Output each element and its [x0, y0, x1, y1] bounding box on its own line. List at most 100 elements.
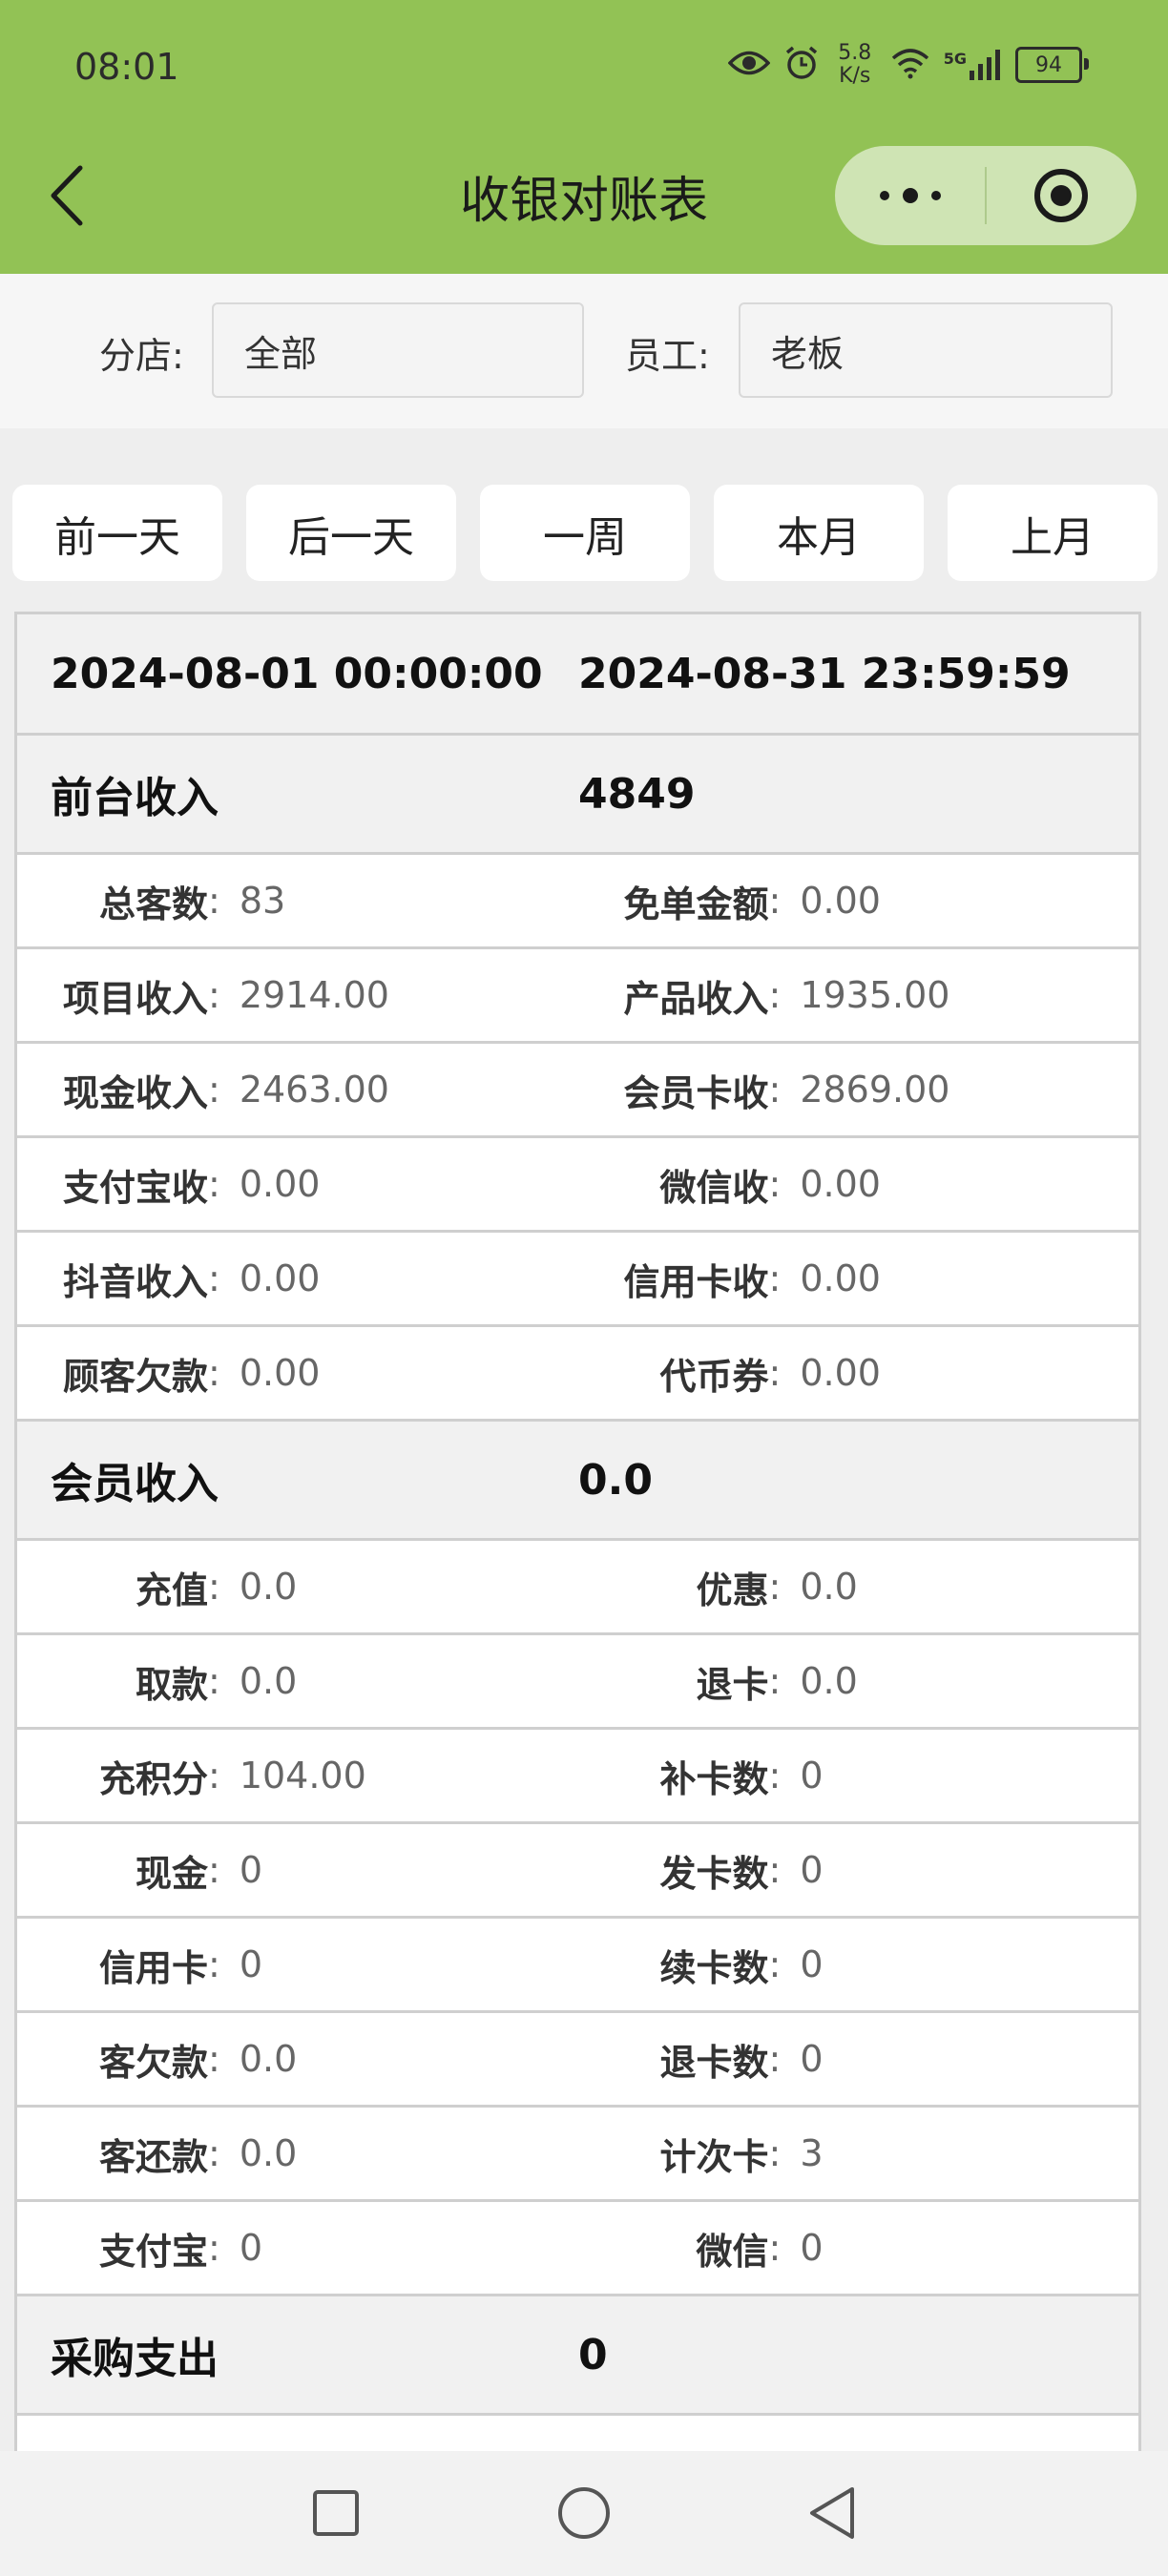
section-total: 4849 — [578, 769, 696, 819]
field-separator: : — [208, 1352, 220, 1394]
recents-button[interactable] — [302, 2480, 369, 2546]
table-cell: 取款:0.0 — [17, 1655, 578, 1708]
back-button[interactable] — [48, 162, 90, 229]
field-separator: : — [208, 2227, 220, 2269]
field-label: 计次卡 — [659, 2135, 769, 2178]
table-cell: 免单金额:0.00 — [578, 875, 1139, 927]
field-label: 总客数 — [98, 883, 208, 925]
back-nav-button[interactable] — [799, 2480, 866, 2546]
table-cell: 抖音收入:0.00 — [17, 1253, 578, 1305]
staff-select[interactable]: 老板 — [739, 302, 1113, 398]
field-value: 83 — [239, 880, 286, 922]
table-row: 抖音收入:0.00 信用卡收:0.00 — [14, 1233, 1141, 1327]
field-value: 0.00 — [800, 1257, 881, 1299]
eye-icon — [727, 49, 771, 81]
battery-indicator: 94 — [1015, 47, 1089, 83]
chevron-left-icon — [51, 165, 83, 226]
field-label: 退卡数 — [659, 2041, 769, 2084]
field-separator: : — [768, 1069, 782, 1111]
field-label: 退卡 — [696, 1663, 769, 1706]
circle-icon — [558, 2487, 610, 2539]
table-cell: 支付宝:0 — [17, 2222, 578, 2275]
field-value: 0.00 — [239, 1352, 321, 1394]
status-icons: 5.8 K/s 5G 94 — [727, 41, 1089, 88]
next-day-button[interactable]: 后一天 — [246, 485, 456, 581]
table-row: 信用卡:0 续卡数:0 — [14, 1919, 1141, 2013]
table-cell: 顾客欠款:0.00 — [17, 1347, 578, 1400]
this-month-button[interactable]: 本月 — [714, 485, 924, 581]
table-cell: 微信收:0.00 — [578, 1158, 1139, 1211]
table-cell: 信用卡收:0.00 — [578, 1253, 1139, 1305]
field-label: 优惠 — [696, 1568, 769, 1611]
field-label: 微信 — [696, 2230, 769, 2273]
section-total: 0 — [578, 2330, 608, 2379]
table-row: 客还款:0.0 计次卡:3 — [14, 2108, 1141, 2202]
branch-label: 分店: — [99, 335, 184, 377]
close-mini-program-button[interactable] — [987, 146, 1137, 245]
field-value: 0 — [239, 1849, 262, 1891]
field-label: 信用卡 — [98, 1946, 208, 1989]
field-label: 支付宝收 — [62, 1166, 208, 1209]
field-value: 0.00 — [239, 1257, 321, 1299]
field-label: 顾客欠款 — [62, 1355, 208, 1398]
field-value: 2869.00 — [800, 1069, 950, 1111]
table-cell: 支付宝收:0.00 — [17, 1158, 578, 1211]
field-label: 现金收入 — [62, 1071, 208, 1114]
purchase-expense-header: 采购支出 0 — [14, 2296, 1141, 2416]
table-cell: 充值:0.0 — [17, 1561, 578, 1613]
field-label: 充积分 — [98, 1757, 208, 1800]
table-row: 项目收入:2914.00 产品收入:1935.00 — [14, 949, 1141, 1044]
field-separator: : — [768, 2038, 782, 2080]
week-button[interactable]: 一周 — [480, 485, 690, 581]
field-separator: : — [208, 1943, 220, 1985]
field-value: 0.0 — [239, 2132, 298, 2174]
table-cell: 发卡数:0 — [578, 1844, 1139, 1897]
table-cell: 信用卡:0 — [17, 1939, 578, 1991]
range-end: 2024-08-31 23:59:59 — [578, 649, 1071, 698]
field-label: 代币券 — [659, 1355, 769, 1398]
member-income-rows: 充值:0.0 优惠:0.0 取款:0.0 退卡:0.0 充积分:104.00 补卡数:0 现… — [14, 1541, 1141, 2296]
table-cell: 代币券:0.00 — [578, 1347, 1139, 1400]
table-row: 客欠款:0.0 退卡数:0 — [14, 2013, 1141, 2108]
field-separator: : — [768, 1566, 782, 1608]
table-row: 支付宝收:0.00 微信收:0.00 — [14, 1138, 1141, 1233]
field-label: 项目收入 — [62, 977, 208, 1020]
table-cell: 会员卡收:2869.00 — [578, 1064, 1139, 1116]
table-cell: 补卡数:0 — [578, 1750, 1139, 1802]
field-separator: : — [768, 1943, 782, 1985]
field-label: 取款 — [135, 1663, 208, 1706]
last-month-button[interactable]: 上月 — [948, 485, 1158, 581]
home-button[interactable] — [551, 2480, 617, 2546]
front-income-rows: 总客数: 83 免单金额:0.00 项目收入: 2914.00 产品收入:1935.00 现… — [14, 855, 1141, 1422]
more-button[interactable] — [835, 146, 985, 245]
field-value: 0 — [239, 1943, 262, 1985]
field-value: 0.00 — [800, 1163, 881, 1205]
table-row: 取款:0.0 退卡:0.0 — [14, 1635, 1141, 1730]
field-value: 0.0 — [239, 1566, 298, 1608]
branch-value: 全部 — [244, 332, 318, 375]
field-value: 2914.00 — [239, 974, 389, 1016]
date-range-row: 2024-08-01 00:00:00 2024-08-31 23:59:59 — [14, 612, 1141, 736]
section-title: 会员收入 — [51, 1460, 219, 1508]
table-cell: 计次卡:3 — [578, 2128, 1139, 2180]
net-speed: 5.8 K/s — [838, 41, 872, 88]
table-cell: 续卡数:0 — [578, 1939, 1139, 1991]
field-separator: : — [768, 2132, 782, 2174]
status-time: 08:01 — [74, 46, 179, 88]
member-income-header: 会员收入 0.0 — [14, 1422, 1141, 1541]
field-value: 0 — [800, 1849, 824, 1891]
prev-day-button[interactable]: 前一天 — [12, 485, 222, 581]
branch-select[interactable]: 全部 — [212, 302, 584, 398]
field-separator: : — [768, 1352, 782, 1394]
field-label: 会员卡收 — [623, 1071, 769, 1114]
staff-label: 员工: — [625, 335, 710, 377]
field-label: 充值 — [135, 1568, 208, 1611]
target-icon — [1034, 169, 1089, 222]
field-label: 产品收入 — [623, 977, 769, 1020]
triangle-back-icon — [810, 2487, 854, 2539]
table-cell: 产品收入:1935.00 — [578, 969, 1139, 1022]
field-separator: : — [768, 2227, 782, 2269]
field-value: 0.0 — [239, 1660, 298, 1702]
field-value: 0 — [239, 2227, 262, 2269]
field-separator: : — [208, 2132, 220, 2174]
